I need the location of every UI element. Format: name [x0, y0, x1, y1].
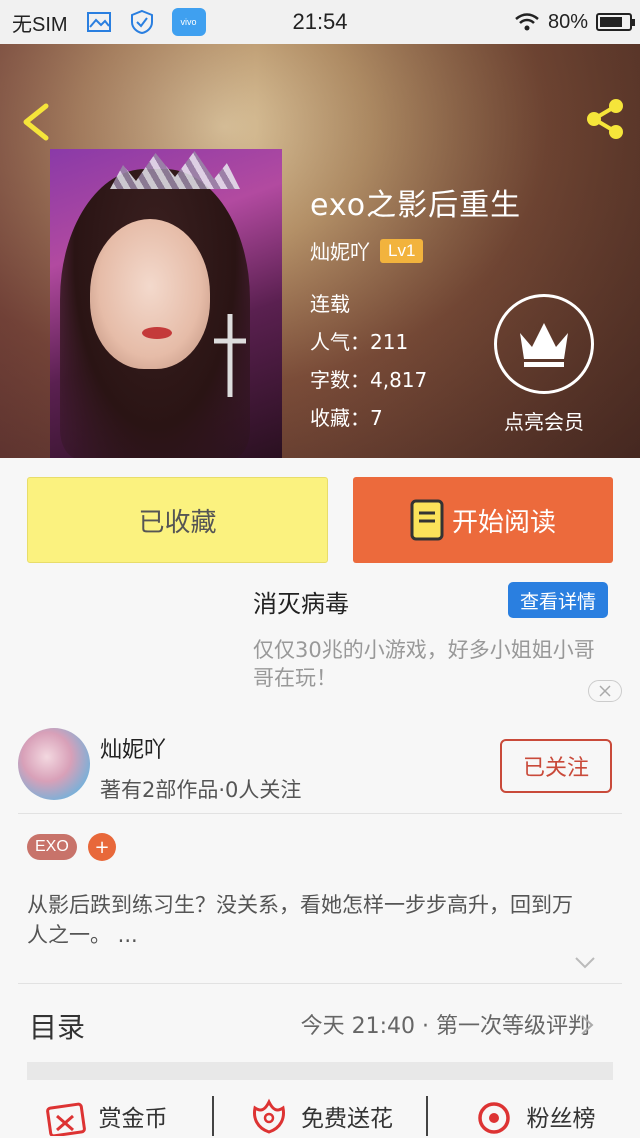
book-status: 连载	[310, 292, 350, 316]
section-separator	[27, 1062, 613, 1080]
vip-label[interactable]: 点亮会员	[494, 406, 594, 435]
cover-lips	[142, 327, 172, 339]
tag-exo[interactable]: EXO	[27, 834, 77, 860]
cover-face	[90, 219, 210, 369]
collected-button[interactable]: 已收藏	[27, 477, 328, 563]
start-reading-button[interactable]: 开始阅读	[353, 477, 613, 563]
cover-earring	[214, 314, 246, 397]
send-flower-label: 免费送花	[300, 1106, 393, 1132]
battery-level-fill	[600, 17, 623, 27]
fan-rank-label: 粉丝榜	[526, 1106, 596, 1132]
catalog-latest-chapter[interactable]: 今天 21:40 · 第一次等级评判	[301, 1008, 590, 1040]
vip-button[interactable]	[494, 294, 594, 394]
book-word-count: 字数：4,817	[310, 368, 428, 392]
add-tag-button[interactable]: +	[88, 833, 116, 861]
ad-close-button[interactable]	[588, 680, 622, 702]
reward-coin-label: 赏金币	[98, 1106, 168, 1132]
image-icon	[86, 12, 111, 32]
shield-icon	[130, 9, 153, 35]
book-cover-image	[50, 149, 282, 458]
author-level-badge: Lv1	[380, 238, 424, 263]
battery-icon	[596, 13, 635, 31]
author-avatar[interactable]	[18, 728, 90, 800]
reward-coin-icon	[45, 1102, 86, 1136]
chevron-down-icon[interactable]	[574, 956, 596, 970]
book-popularity: 人气：211	[310, 330, 409, 354]
ad-description[interactable]: 仅仅30兆的小游戏，好多小姐姐小哥哥在玩！	[253, 636, 613, 692]
book-author-row: 灿妮吖 Lv1	[310, 236, 424, 265]
wifi-icon	[515, 13, 539, 31]
chevron-right-icon[interactable]	[580, 1014, 594, 1036]
ad-title[interactable]: 消灭病毒	[253, 584, 349, 619]
battery-percent: 80%	[547, 10, 588, 33]
close-icon	[599, 685, 611, 697]
back-arrow-icon[interactable]	[18, 102, 52, 142]
start-reading-label: 开始阅读	[451, 507, 556, 538]
book-synopsis: 从影后跌到练习生？没关系，看她怎样一步步高升，回到万人之一。 ...	[27, 893, 573, 947]
status-bar: 无SIM vivo 21:54 80%	[0, 0, 640, 44]
book-author-name[interactable]: 灿妮吖	[310, 236, 370, 265]
book-title: exo之影后重生	[310, 188, 522, 223]
bottom-action-bar: 赏金币 免费送花 粉丝榜	[0, 1096, 640, 1138]
book-header: exo之影后重生 灿妮吖 Lv1 连载 人气：211 字数：4,817 收藏：7…	[0, 44, 640, 458]
app-store-icon: vivo	[171, 8, 206, 36]
divider	[18, 983, 622, 984]
carrier-label: 无SIM	[12, 13, 68, 36]
reward-coin-button[interactable]: 赏金币	[0, 1096, 212, 1136]
fan-rank-button[interactable]: 粉丝榜	[428, 1096, 640, 1136]
book-icon	[410, 499, 444, 541]
author-card-stats: 著有2部作品·0人关注	[100, 778, 302, 802]
collected-button-label: 已收藏	[138, 507, 217, 538]
crown-icon	[520, 323, 568, 367]
send-flower-button[interactable]: 免费送花	[214, 1096, 426, 1136]
catalog-label[interactable]: 目录	[29, 1006, 85, 1046]
ad-details-button[interactable]: 查看详情	[508, 582, 608, 618]
flower-icon	[253, 1098, 285, 1134]
author-card-name[interactable]: 灿妮吖	[100, 732, 166, 764]
book-favorites: 收藏：7	[310, 406, 383, 430]
share-icon[interactable]	[582, 96, 628, 142]
fan-rank-icon	[478, 1102, 511, 1134]
follow-button[interactable]: 已关注	[500, 739, 612, 793]
divider	[18, 813, 622, 814]
